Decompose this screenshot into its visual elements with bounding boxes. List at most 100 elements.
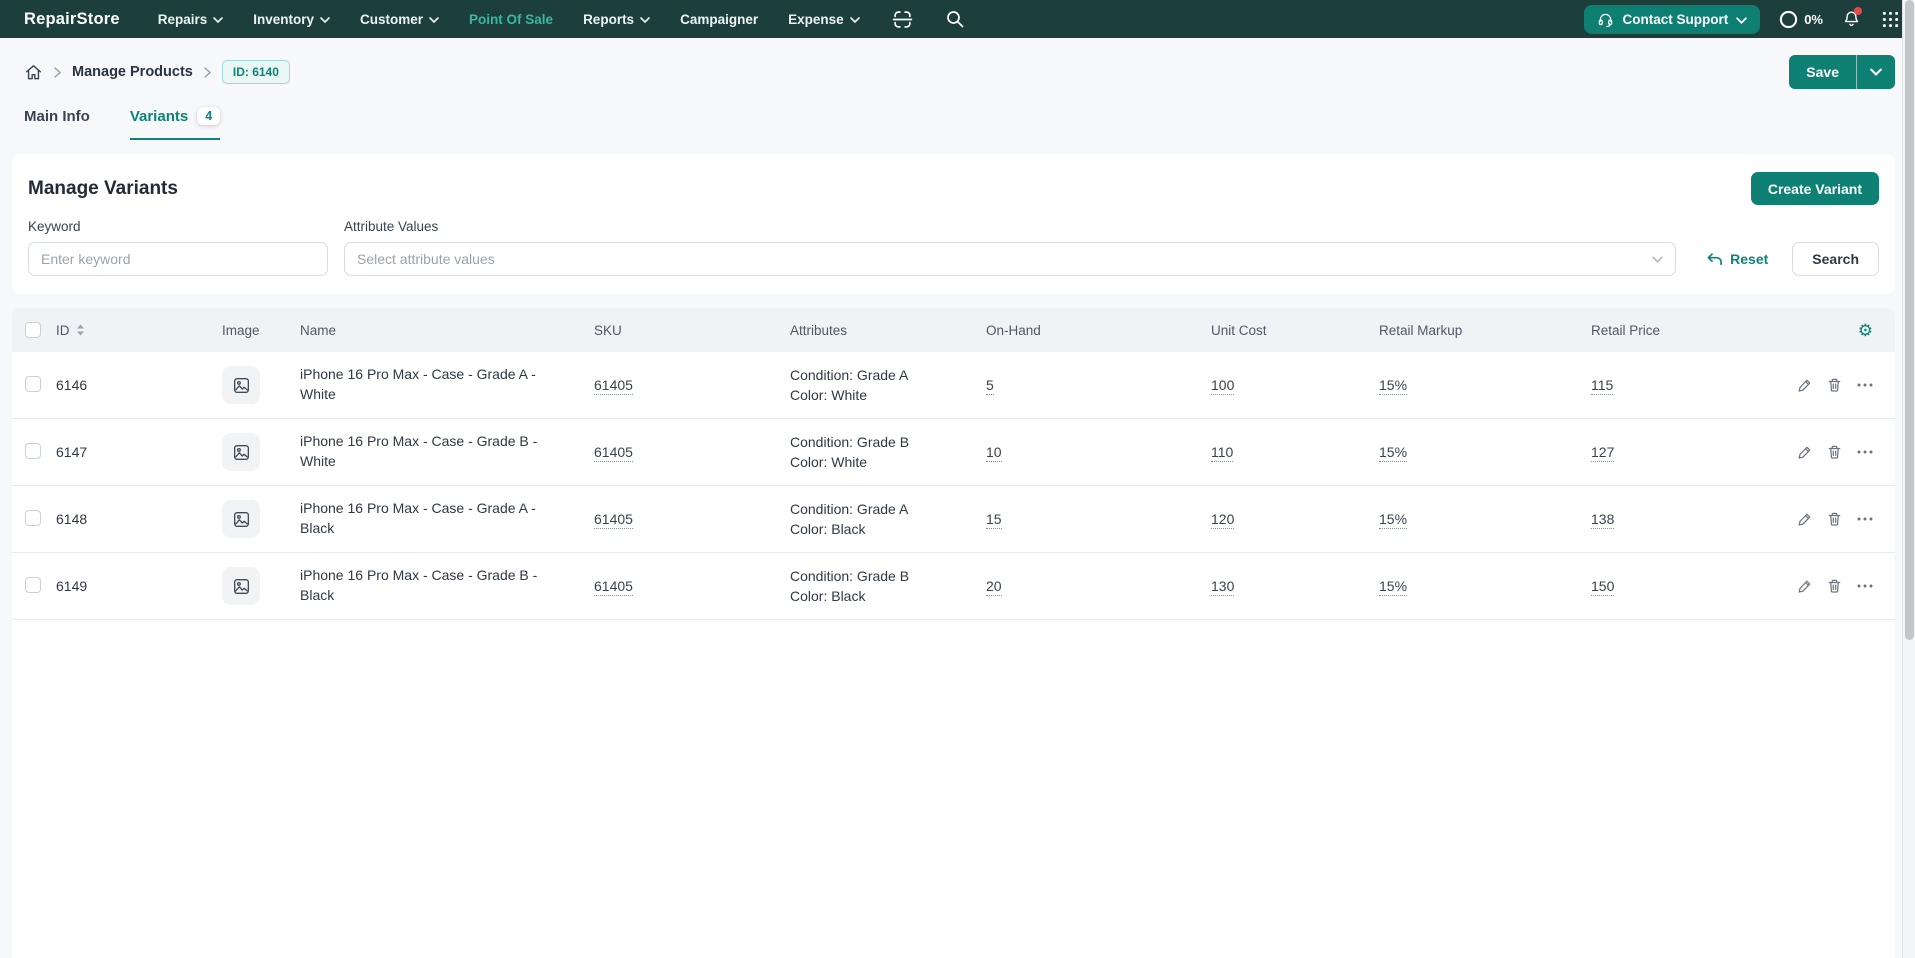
breadcrumb-manage-products[interactable]: Manage Products xyxy=(72,64,193,80)
image-icon xyxy=(232,376,251,395)
variant-id: 6149 xyxy=(44,578,210,594)
usage-gauge[interactable]: 0% xyxy=(1779,10,1823,29)
attribute-values-field-group: Attribute Values Select attribute values xyxy=(344,219,1676,276)
table-settings-gear-icon[interactable]: ⚙ xyxy=(1858,322,1873,339)
scrollbar-thumb[interactable] xyxy=(1905,0,1914,640)
headset-icon xyxy=(1597,11,1614,28)
home-icon[interactable] xyxy=(24,63,43,82)
more-options-ellipsis-icon[interactable] xyxy=(1857,383,1873,387)
panel-title: Manage Variants xyxy=(28,178,178,200)
nav-item-reports[interactable]: Reports xyxy=(583,12,650,27)
search-button[interactable]: Search xyxy=(1792,242,1879,276)
on-hand-value[interactable]: 5 xyxy=(986,377,994,395)
sort-icon[interactable] xyxy=(76,324,85,336)
column-header-id[interactable]: ID xyxy=(44,323,210,338)
edit-pencil-icon[interactable] xyxy=(1797,445,1812,460)
row-checkbox[interactable] xyxy=(25,577,41,593)
delete-trash-icon[interactable] xyxy=(1827,444,1842,460)
unit-cost-value[interactable]: 110 xyxy=(1211,444,1233,462)
barcode-scan-icon[interactable] xyxy=(892,9,913,30)
search-icon[interactable] xyxy=(945,9,965,29)
nav-item-repairs[interactable]: Repairs xyxy=(158,12,224,27)
retail-price-value[interactable]: 138 xyxy=(1591,511,1614,529)
delete-trash-icon[interactable] xyxy=(1827,578,1842,594)
save-button[interactable]: Save xyxy=(1789,55,1857,89)
nav-item-point-of-sale[interactable]: Point Of Sale xyxy=(469,12,553,27)
row-checkbox[interactable] xyxy=(25,376,41,392)
edit-pencil-icon[interactable] xyxy=(1797,378,1812,393)
attribute-values-placeholder: Select attribute values xyxy=(357,251,495,267)
tab-variants[interactable]: Variants 4 xyxy=(130,107,220,140)
attribute-color: Color: White xyxy=(790,385,974,405)
on-hand-value[interactable]: 10 xyxy=(986,444,1002,462)
more-options-ellipsis-icon[interactable] xyxy=(1857,517,1873,521)
row-checkbox[interactable] xyxy=(25,510,41,526)
variant-sku[interactable]: 61405 xyxy=(594,578,633,596)
edit-pencil-icon[interactable] xyxy=(1797,512,1812,527)
variant-image-placeholder[interactable] xyxy=(222,433,260,471)
column-header-sku: SKU xyxy=(582,323,778,338)
image-icon xyxy=(232,510,251,529)
attribute-color: Color: White xyxy=(790,452,974,472)
chevron-down-icon xyxy=(1870,68,1882,76)
variant-id: 6146 xyxy=(44,377,210,393)
attribute-values-select[interactable]: Select attribute values xyxy=(344,242,1676,276)
row-checkbox[interactable] xyxy=(25,443,41,459)
attribute-color: Color: Black xyxy=(790,586,974,606)
table-row: 6146 iPhone 16 Pro Max - Case - Grade A … xyxy=(12,352,1895,419)
retail-markup-value[interactable]: 15% xyxy=(1379,511,1407,529)
column-header-image: Image xyxy=(210,323,288,338)
top-navbar: RepairStore Repairs Inventory Customer P… xyxy=(0,0,1915,38)
apps-grid-icon[interactable] xyxy=(1882,11,1899,28)
column-header-retail-price: Retail Price xyxy=(1579,323,1777,338)
variant-image-placeholder[interactable] xyxy=(222,366,260,404)
nav-item-expense[interactable]: Expense xyxy=(788,12,860,27)
nav-item-campaigner[interactable]: Campaigner xyxy=(680,12,758,27)
nav-item-inventory[interactable]: Inventory xyxy=(253,12,330,27)
retail-markup-value[interactable]: 15% xyxy=(1379,377,1407,395)
delete-trash-icon[interactable] xyxy=(1827,377,1842,393)
unit-cost-value[interactable]: 100 xyxy=(1211,377,1234,395)
variant-name: iPhone 16 Pro Max - Case - Grade B - Bla… xyxy=(300,566,562,605)
attribute-condition: Condition: Grade B xyxy=(790,566,974,586)
brand-logo[interactable]: RepairStore xyxy=(24,10,120,29)
nav-item-customer[interactable]: Customer xyxy=(360,12,439,27)
vertical-scrollbar[interactable] xyxy=(1902,0,1915,958)
unit-cost-value[interactable]: 120 xyxy=(1211,511,1234,529)
variant-image-placeholder[interactable] xyxy=(222,500,260,538)
chevron-right-icon xyxy=(204,67,211,78)
retail-price-value[interactable]: 127 xyxy=(1591,444,1614,462)
undo-arrow-icon xyxy=(1706,252,1723,267)
chevron-right-icon xyxy=(54,67,61,78)
table-row: 6149 iPhone 16 Pro Max - Case - Grade B … xyxy=(12,553,1895,620)
contact-support-button[interactable]: Contact Support xyxy=(1584,5,1760,34)
retail-price-value[interactable]: 115 xyxy=(1591,377,1613,395)
delete-trash-icon[interactable] xyxy=(1827,511,1842,527)
variant-sku[interactable]: 61405 xyxy=(594,444,633,462)
retail-markup-value[interactable]: 15% xyxy=(1379,444,1407,462)
select-all-checkbox[interactable] xyxy=(25,322,41,338)
create-variant-button[interactable]: Create Variant xyxy=(1751,172,1879,205)
more-options-ellipsis-icon[interactable] xyxy=(1857,450,1873,454)
notifications-bell-icon[interactable] xyxy=(1842,9,1861,29)
attribute-condition: Condition: Grade A xyxy=(790,499,974,519)
keyword-input[interactable] xyxy=(28,242,328,276)
main-nav: Repairs Inventory Customer Point Of Sale… xyxy=(158,9,965,30)
variant-id: 6148 xyxy=(44,511,210,527)
retail-markup-value[interactable]: 15% xyxy=(1379,578,1407,596)
reset-button[interactable]: Reset xyxy=(1706,242,1768,276)
tab-main-info[interactable]: Main Info xyxy=(24,108,90,140)
variant-sku[interactable]: 61405 xyxy=(594,511,633,529)
on-hand-value[interactable]: 20 xyxy=(986,578,1002,596)
variant-image-placeholder[interactable] xyxy=(222,567,260,605)
table-header: ID Image Name SKU Attributes On-Hand Uni… xyxy=(12,308,1895,352)
edit-pencil-icon[interactable] xyxy=(1797,579,1812,594)
more-options-ellipsis-icon[interactable] xyxy=(1857,584,1873,588)
retail-price-value[interactable]: 150 xyxy=(1591,578,1614,596)
variant-sku[interactable]: 61405 xyxy=(594,377,633,395)
variant-name: iPhone 16 Pro Max - Case - Grade A - Whi… xyxy=(300,365,562,404)
unit-cost-value[interactable]: 130 xyxy=(1211,578,1234,596)
attribute-condition: Condition: Grade A xyxy=(790,365,974,385)
on-hand-value[interactable]: 15 xyxy=(986,511,1002,529)
save-dropdown-button[interactable] xyxy=(1857,55,1895,89)
